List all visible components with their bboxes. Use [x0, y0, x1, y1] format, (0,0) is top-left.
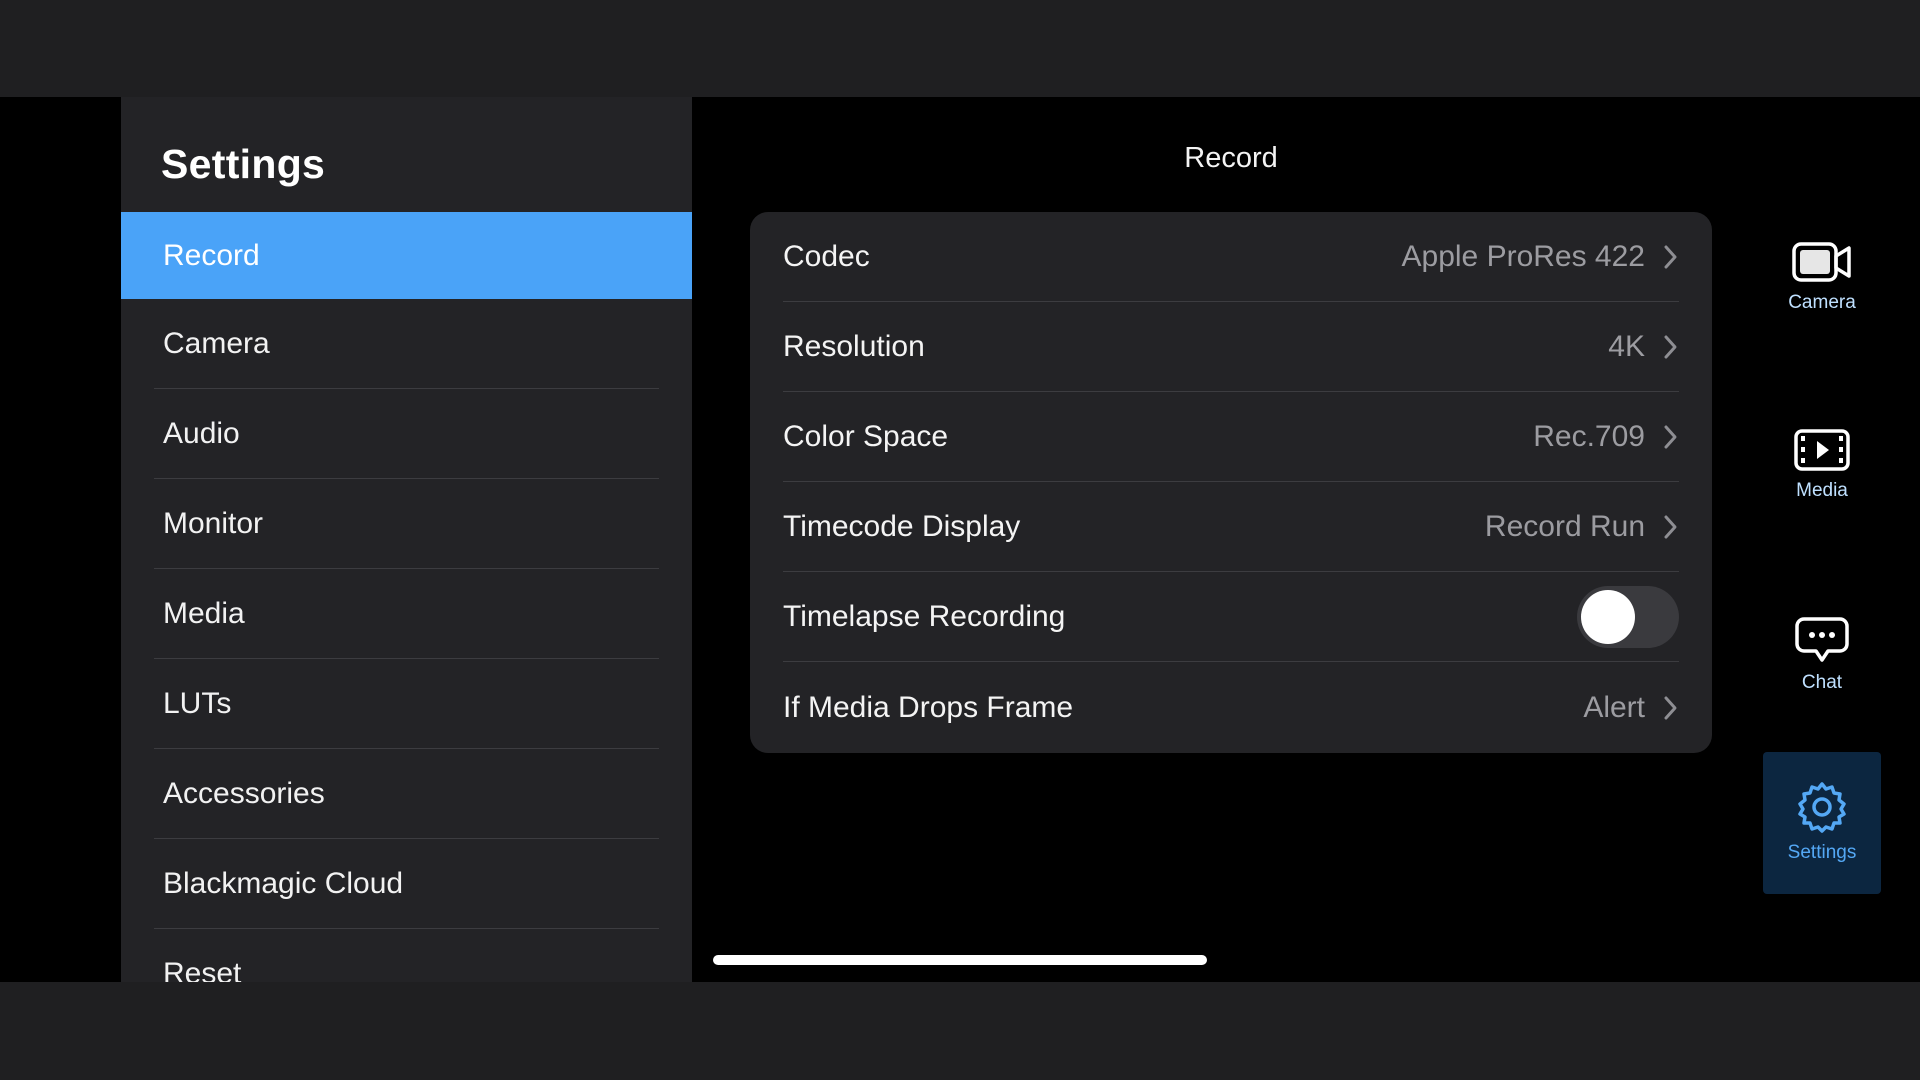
color-space-row[interactable]: Color Space Rec.709: [783, 392, 1679, 482]
timecode-display-row[interactable]: Timecode Display Record Run: [783, 482, 1679, 572]
sidebar-item-media[interactable]: Media: [121, 569, 692, 659]
codec-row[interactable]: Codec Apple ProRes 422: [783, 212, 1679, 302]
settings-nav-list: Record Camera Audio Monitor Media LUTs A…: [121, 212, 692, 982]
row-label: Color Space: [783, 420, 949, 453]
sidebar-item-record[interactable]: Record: [121, 212, 692, 299]
timelapse-recording-toggle[interactable]: [1577, 586, 1679, 648]
toggle-knob: [1581, 590, 1635, 644]
row-label: Timecode Display: [783, 510, 1021, 543]
chevron-right-icon: [1664, 696, 1677, 720]
settings-sidebar: Settings Record Camera Audio Monitor Med…: [121, 97, 692, 982]
sidebar-item-luts[interactable]: LUTs: [121, 659, 692, 749]
gear-icon: [1798, 782, 1846, 833]
page-title: Record: [1184, 142, 1278, 174]
sidebar-item-label: Media: [163, 597, 245, 630]
sidebar-title: Settings: [161, 141, 326, 187]
media-drops-frame-row[interactable]: If Media Drops Frame Alert: [783, 662, 1679, 753]
side-tab-bar: Camera Media Chat Settings: [1763, 97, 1881, 982]
home-indicator[interactable]: [713, 955, 1207, 965]
row-label: If Media Drops Frame: [783, 691, 1074, 724]
row-value: Alert: [1583, 691, 1645, 724]
row-label: Codec: [783, 240, 870, 273]
sidebar-item-accessories[interactable]: Accessories: [121, 749, 692, 839]
sidebar-item-label: Accessories: [163, 777, 325, 810]
tab-chat[interactable]: Chat: [1763, 588, 1881, 730]
camera-icon: [1792, 242, 1851, 282]
row-value: Rec.709: [1533, 420, 1645, 453]
chat-icon: [1795, 617, 1849, 662]
tab-settings[interactable]: Settings: [1763, 752, 1881, 894]
tab-label: Camera: [1788, 292, 1856, 313]
tab-media[interactable]: Media: [1763, 400, 1881, 542]
sidebar-item-label: Audio: [163, 417, 240, 450]
sidebar-item-blackmagic-cloud[interactable]: Blackmagic Cloud: [121, 839, 692, 929]
tab-label: Settings: [1787, 842, 1857, 863]
timelapse-recording-row: Timelapse Recording: [783, 572, 1679, 662]
row-label: Timelapse Recording: [783, 600, 1066, 633]
row-value: Record Run: [1484, 510, 1645, 543]
sidebar-item-label: LUTs: [163, 687, 232, 720]
tab-label: Chat: [1801, 672, 1843, 693]
chevron-right-icon: [1664, 245, 1677, 269]
tab-camera[interactable]: Camera: [1763, 212, 1881, 354]
row-value: Apple ProRes 422: [1401, 240, 1646, 273]
tab-label: Media: [1796, 480, 1848, 501]
record-settings-card: Codec Apple ProRes 422 Resolution 4K Col…: [750, 212, 1712, 753]
row-label: Resolution: [783, 330, 925, 363]
row-value: 4K: [1608, 330, 1645, 363]
sidebar-item-label: Blackmagic Cloud: [163, 867, 404, 900]
sidebar-item-camera[interactable]: Camera: [121, 299, 692, 389]
media-icon: [1794, 429, 1850, 471]
resolution-row[interactable]: Resolution 4K: [783, 302, 1679, 392]
sidebar-item-reset[interactable]: Reset: [121, 929, 692, 982]
chevron-right-icon: [1664, 515, 1677, 539]
chevron-right-icon: [1664, 335, 1677, 359]
sidebar-item-monitor[interactable]: Monitor: [121, 479, 692, 569]
sidebar-item-label: Camera: [163, 327, 270, 360]
chevron-right-icon: [1664, 425, 1677, 449]
app-screen: Settings Record Camera Audio Monitor Med…: [0, 97, 1920, 982]
sidebar-item-label: Monitor: [163, 507, 264, 540]
sidebar-item-label: Record: [163, 238, 260, 272]
sidebar-item-label: Reset: [163, 957, 242, 982]
sidebar-item-audio[interactable]: Audio: [121, 389, 692, 479]
